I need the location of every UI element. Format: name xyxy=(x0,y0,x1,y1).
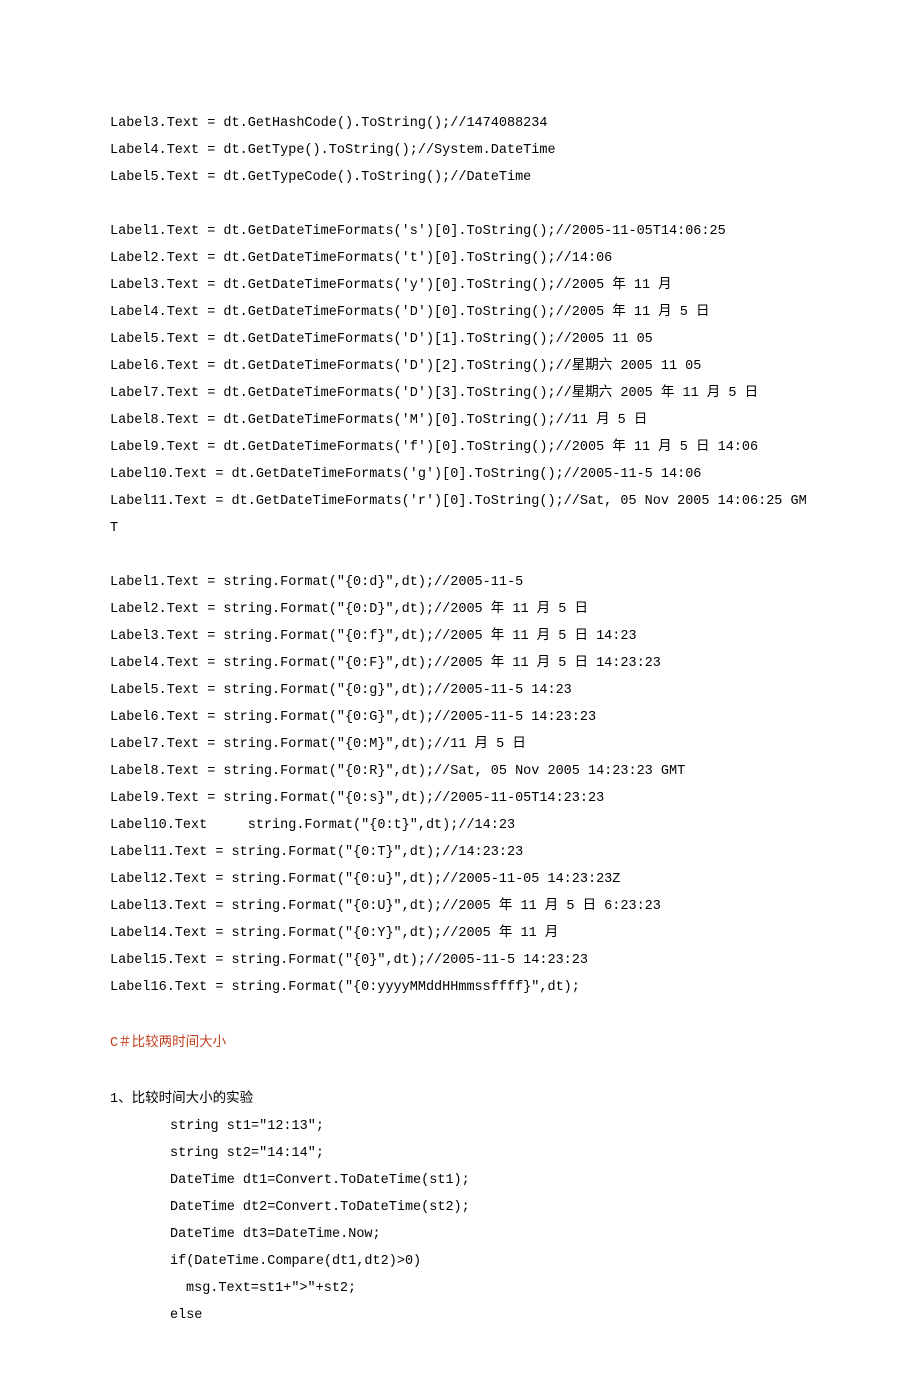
b2-l4: Label5.Text = dt.GetDateTimeFormats('D')… xyxy=(110,326,810,353)
document-page: Label3.Text = dt.GetHashCode().ToString(… xyxy=(0,0,920,1389)
b4-l0: string st1="12:13"; xyxy=(110,1113,810,1140)
b3-l7: Label8.Text = string.Format("{0:R}",dt);… xyxy=(110,758,810,785)
b2-l6: Label7.Text = dt.GetDateTimeFormats('D')… xyxy=(110,380,810,407)
b1-l1: Label4.Text = dt.GetType().ToString();//… xyxy=(110,137,810,164)
b4-l4: DateTime dt3=DateTime.Now; xyxy=(110,1221,810,1248)
b3-l12: Label13.Text = string.Format("{0:U}",dt)… xyxy=(110,893,810,920)
b3-l0: Label1.Text = string.Format("{0:d}",dt);… xyxy=(110,569,810,596)
spacer xyxy=(110,542,810,569)
spacer xyxy=(110,1059,810,1086)
b4-l5: if(DateTime.Compare(dt1,dt2)>0) xyxy=(110,1248,810,1275)
b1-l0: Label3.Text = dt.GetHashCode().ToString(… xyxy=(110,110,810,137)
b2-l5: Label6.Text = dt.GetDateTimeFormats('D')… xyxy=(110,353,810,380)
b2-l3: Label4.Text = dt.GetDateTimeFormats('D')… xyxy=(110,299,810,326)
b3-l8: Label9.Text = string.Format("{0:s}",dt);… xyxy=(110,785,810,812)
spacer xyxy=(110,191,810,218)
b2-l10: Label11.Text = dt.GetDateTimeFormats('r'… xyxy=(110,488,810,542)
b3-l1: Label2.Text = string.Format("{0:D}",dt);… xyxy=(110,596,810,623)
b3-l14: Label15.Text = string.Format("{0}",dt);/… xyxy=(110,947,810,974)
b2-l0: Label1.Text = dt.GetDateTimeFormats('s')… xyxy=(110,218,810,245)
b4-l2: DateTime dt1=Convert.ToDateTime(st1); xyxy=(110,1167,810,1194)
b4-intro: 1、比较时间大小的实验 xyxy=(110,1086,810,1113)
b3-l5: Label6.Text = string.Format("{0:G}",dt);… xyxy=(110,704,810,731)
section-heading: C＃比较两时间大小 xyxy=(110,1030,810,1057)
b3-l11: Label12.Text = string.Format("{0:u}",dt)… xyxy=(110,866,810,893)
b3-l3: Label4.Text = string.Format("{0:F}",dt);… xyxy=(110,650,810,677)
b3-l10: Label11.Text = string.Format("{0:T}",dt)… xyxy=(110,839,810,866)
b2-l2: Label3.Text = dt.GetDateTimeFormats('y')… xyxy=(110,272,810,299)
b2-l8: Label9.Text = dt.GetDateTimeFormats('f')… xyxy=(110,434,810,461)
b3-l6: Label7.Text = string.Format("{0:M}",dt);… xyxy=(110,731,810,758)
b3-l9: Label10.Text string.Format("{0:t}",dt);/… xyxy=(110,812,810,839)
b2-l7: Label8.Text = dt.GetDateTimeFormats('M')… xyxy=(110,407,810,434)
b2-l9: Label10.Text = dt.GetDateTimeFormats('g'… xyxy=(110,461,810,488)
b4-last: else xyxy=(110,1302,810,1329)
b3-l15: Label16.Text = string.Format("{0:yyyyMMd… xyxy=(110,974,810,1001)
b4-inner: msg.Text=st1+">"+st2; xyxy=(110,1275,810,1302)
b2-l1: Label2.Text = dt.GetDateTimeFormats('t')… xyxy=(110,245,810,272)
b3-l13: Label14.Text = string.Format("{0:Y}",dt)… xyxy=(110,920,810,947)
b3-l4: Label5.Text = string.Format("{0:g}",dt);… xyxy=(110,677,810,704)
b4-l1: string st2="14:14"; xyxy=(110,1140,810,1167)
spacer xyxy=(110,1001,810,1028)
b3-l2: Label3.Text = string.Format("{0:f}",dt);… xyxy=(110,623,810,650)
b1-l2: Label5.Text = dt.GetTypeCode().ToString(… xyxy=(110,164,810,191)
b4-l3: DateTime dt2=Convert.ToDateTime(st2); xyxy=(110,1194,810,1221)
